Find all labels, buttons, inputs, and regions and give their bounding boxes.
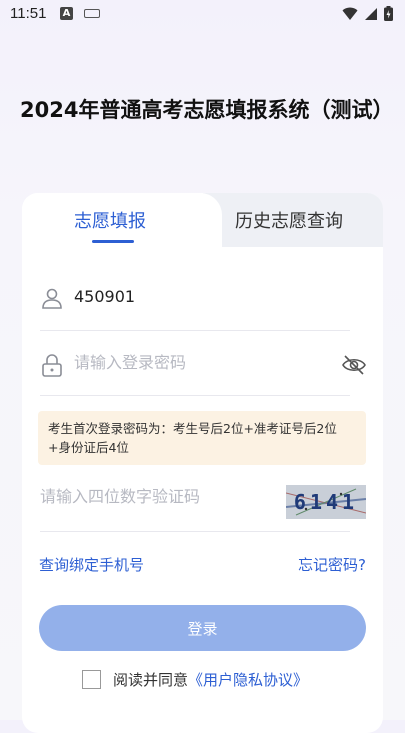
agreement-text: 阅读并同意 bbox=[113, 671, 189, 689]
login-card: 志愿填报 历史志愿查询 450901 考生首次登录密码为：考生号后2位+准考证号… bbox=[22, 193, 383, 733]
user-icon bbox=[42, 288, 62, 309]
login-button[interactable]: 登录 bbox=[39, 605, 366, 651]
captcha-image[interactable]: 6141 bbox=[286, 485, 366, 519]
wifi-icon bbox=[342, 7, 358, 20]
username-value[interactable]: 450901 bbox=[74, 287, 135, 306]
active-tab-indicator bbox=[92, 240, 134, 243]
lock-icon bbox=[42, 354, 62, 377]
captcha-text: 6141 bbox=[294, 490, 358, 514]
agreement-row: 阅读并同意 《用户隐私协议》 bbox=[82, 669, 308, 690]
tab-history-query[interactable]: 历史志愿查询 bbox=[235, 207, 343, 233]
battery-icon bbox=[384, 6, 393, 21]
eye-off-icon[interactable] bbox=[342, 355, 366, 375]
status-bar: 11:51 A bbox=[0, 0, 405, 28]
signal-icon bbox=[365, 7, 377, 20]
keyboard-icon bbox=[84, 9, 100, 18]
status-indicators bbox=[342, 6, 393, 21]
status-time: 11:51 bbox=[10, 5, 47, 22]
captcha-divider bbox=[40, 531, 350, 532]
query-phone-link[interactable]: 查询绑定手机号 bbox=[39, 554, 144, 575]
password-divider bbox=[40, 395, 350, 396]
password-input[interactable] bbox=[74, 353, 314, 372]
privacy-policy-link[interactable]: 《用户隐私协议》 bbox=[188, 669, 308, 690]
password-notice: 考生首次登录密码为：考生号后2位+准考证号后2位+身份证后4位 bbox=[38, 411, 366, 465]
username-divider bbox=[40, 330, 350, 331]
page-title: 2024年普通高考志愿填报系统（测试） bbox=[20, 98, 394, 122]
app-notification-icon: A bbox=[60, 7, 73, 20]
captcha-input[interactable] bbox=[40, 487, 280, 506]
tab-volunteer-fill[interactable]: 志愿填报 bbox=[74, 207, 146, 233]
forgot-password-link[interactable]: 忘记密码? bbox=[298, 554, 366, 575]
agreement-checkbox[interactable] bbox=[82, 670, 101, 689]
